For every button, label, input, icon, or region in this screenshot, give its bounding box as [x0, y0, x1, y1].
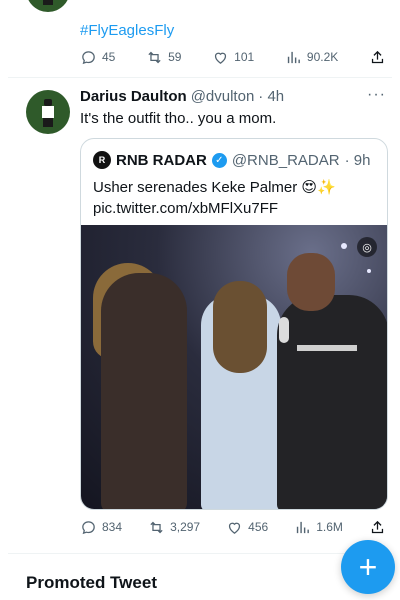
retweet-count: 59	[168, 50, 182, 64]
views-button[interactable]: 1.6M	[294, 519, 343, 536]
views-button[interactable]: 90.2K	[285, 49, 338, 66]
retweet-icon	[150, 521, 163, 533]
retweet-count: 3,297	[170, 520, 201, 534]
reply-count: 45	[102, 50, 116, 64]
hashtag-link[interactable]: #FlyEaglesFly	[80, 22, 174, 39]
like-icon	[229, 522, 241, 534]
quote-header: R RNB RADAR ✓ @RNB_RADAR · 9h	[93, 151, 370, 169]
compose-icon: +	[358, 549, 378, 585]
reply-button[interactable]: 834	[80, 519, 122, 536]
more-icon[interactable]: ···	[367, 86, 386, 104]
like-icon	[215, 52, 227, 64]
quote-author-handle[interactable]: @RNB_RADAR	[232, 152, 340, 169]
promoted-tweet-heading: Promoted Tweet	[26, 573, 157, 592]
share-button[interactable]	[369, 49, 386, 66]
avatar[interactable]	[26, 90, 70, 134]
tweet-actions-bar: 45 59 101 90.2K	[80, 48, 386, 66]
tweet-time[interactable]: · 4h	[258, 88, 284, 105]
like-button[interactable]: 456	[226, 519, 268, 536]
quote-media-image[interactable]: ◎	[81, 225, 387, 509]
divider	[8, 553, 392, 554]
share-icon	[371, 50, 384, 63]
views-count: 90.2K	[306, 50, 339, 64]
quote-author-name[interactable]: RNB RADAR	[116, 152, 207, 169]
tweet-text: It's the outfit tho.. you a mom.	[80, 110, 277, 127]
tweet-header: Darius Daulton @dvulton · 4h	[80, 88, 284, 105]
share-button[interactable]	[369, 519, 386, 536]
verified-icon: ✓	[211, 152, 227, 168]
like-count: 456	[248, 520, 269, 534]
avatar[interactable]	[26, 0, 70, 12]
reply-count: 834	[102, 520, 123, 534]
retweet-button[interactable]: 3,297	[148, 519, 200, 536]
media-settings-icon[interactable]: ◎	[357, 237, 377, 257]
views-icon	[297, 521, 310, 533]
reply-icon	[82, 520, 95, 534]
tweet-actions-bar: 834 3,297 456 1.6M	[80, 518, 386, 536]
retweet-button[interactable]: 59	[146, 49, 181, 66]
share-icon	[371, 520, 384, 533]
quoted-tweet[interactable]: R RNB RADAR ✓ @RNB_RADAR · 9h Usher sere…	[80, 138, 388, 510]
quote-time: · 9h	[344, 151, 371, 169]
like-count: 101	[234, 50, 255, 64]
quote-avatar[interactable]: R	[93, 151, 111, 169]
author-handle[interactable]: @dvulton	[191, 88, 255, 105]
reply-icon	[82, 50, 95, 64]
views-count: 1.6M	[316, 520, 343, 534]
author-name[interactable]: Darius Daulton	[80, 88, 187, 105]
quote-text: Usher serenades Keke Palmer 😍✨ pic.twitt…	[93, 179, 336, 217]
retweet-icon	[148, 51, 161, 63]
views-icon	[287, 51, 300, 63]
like-button[interactable]: 101	[212, 49, 254, 66]
reply-button[interactable]: 45	[80, 49, 115, 66]
compose-button[interactable]: +	[341, 540, 395, 594]
divider	[8, 77, 392, 78]
